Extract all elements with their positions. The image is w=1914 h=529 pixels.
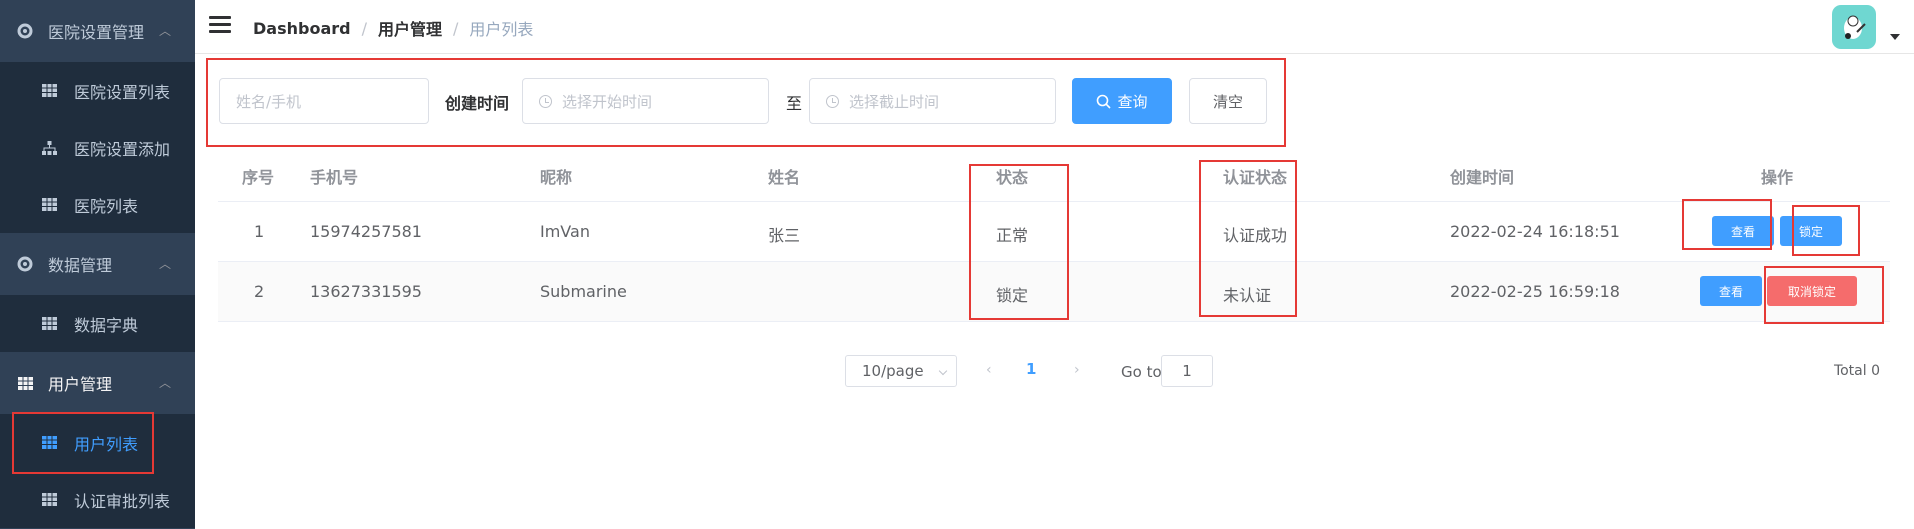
page-size-value: 10/page [862, 362, 924, 380]
column-header-auth-status: 认证状态 [1223, 168, 1288, 187]
query-button[interactable]: 查询 [1072, 78, 1172, 124]
hamburger-icon[interactable] [209, 16, 231, 34]
sidebar-item-label: 用户列表 [74, 434, 139, 454]
table-icon [40, 491, 58, 509]
cell-name: 张三 [768, 226, 801, 245]
sidebar-item-data-dictionary[interactable]: 数据字典 [0, 295, 195, 352]
sidebar-item-user-list[interactable]: 用户列表 [0, 414, 195, 471]
sidebar-item-label: 数据字典 [74, 315, 139, 335]
table-row: 2 13627331595 Submarine 锁定 未认证 2022-02-2… [218, 262, 1890, 322]
caret-down-icon[interactable] [1890, 34, 1900, 40]
sidebar-item-hospital-settings-add[interactable]: 医院设置添加 [0, 119, 195, 176]
page-number-current[interactable]: 1 [1026, 360, 1036, 378]
menu-group-label: 用户管理 [48, 375, 113, 394]
breadcrumb-user-management[interactable]: 用户管理 [378, 16, 442, 40]
table-header-row: 序号 手机号 昵称 姓名 状态 认证状态 创建时间 操作 [218, 154, 1890, 202]
goto-page-input[interactable]: 1 [1161, 355, 1213, 387]
cell-phone: 13627331595 [310, 282, 422, 301]
start-time-placeholder: 选择开始时间 [562, 92, 653, 111]
avatar[interactable] [1832, 5, 1876, 49]
menu-group-label: 医院设置管理 [48, 23, 145, 42]
cell-created: 2022-02-24 16:18:51 [1450, 222, 1620, 241]
breadcrumb-user-list: 用户列表 [469, 20, 534, 39]
created-time-label: 创建时间 [445, 94, 510, 113]
sidebar-item-label: 医院列表 [74, 196, 139, 216]
goto-label: Go to [1121, 363, 1162, 381]
lock-button[interactable]: 锁定 [1780, 216, 1842, 246]
end-time-picker[interactable]: 选择截止时间 [809, 78, 1056, 124]
view-button[interactable]: 查看 [1700, 276, 1762, 306]
sidebar-item-label: 医院设置列表 [74, 82, 171, 102]
menu-group-data-management[interactable]: 数据管理 ︿ [0, 233, 195, 295]
gear-icon [16, 22, 34, 40]
sidebar-item-hospital-list[interactable]: 医院列表 [0, 176, 195, 233]
cell-auth-status: 认证成功 [1223, 226, 1288, 245]
breadcrumb-separator: / [452, 18, 459, 38]
sidebar-item-hospital-settings-list[interactable]: 医院设置列表 [0, 62, 195, 119]
breadcrumb: Dashboard / 用户管理 / 用户列表 [253, 16, 533, 40]
column-header-nickname: 昵称 [540, 168, 573, 187]
clock-icon [826, 94, 839, 108]
prev-page-button[interactable]: ‹ [986, 362, 992, 378]
column-header-index: 序号 [242, 168, 275, 187]
name-phone-placeholder: 姓名/手机 [236, 92, 302, 111]
start-time-picker[interactable]: 选择开始时间 [522, 78, 769, 124]
cell-index: 1 [254, 222, 265, 241]
gear-icon [16, 255, 34, 273]
column-header-name: 姓名 [768, 168, 801, 187]
table-icon [40, 315, 58, 333]
search-icon [1097, 94, 1112, 109]
app-root: 医院设置管理 ︿ 医院设置列表 医院设置添加 医院列表 数据管理 ︿ 数据字典 … [0, 0, 1914, 529]
table-icon [40, 196, 58, 214]
range-separator: 至 [786, 94, 803, 113]
table-row: 1 15974257581 ImVan 张三 正常 认证成功 2022-02-2… [218, 202, 1890, 262]
table-icon [40, 434, 58, 452]
name-phone-input[interactable]: 姓名/手机 [219, 78, 429, 124]
column-header-status: 状态 [996, 168, 1029, 187]
clear-button-label: 清空 [1212, 92, 1243, 111]
cell-nickname: Submarine [540, 282, 627, 301]
query-button-label: 查询 [1117, 92, 1148, 111]
total-count: Total 0 [1833, 363, 1880, 379]
avatar-image-icon [1844, 15, 1866, 39]
cell-created: 2022-02-25 16:59:18 [1450, 282, 1620, 301]
cell-status: 锁定 [996, 286, 1029, 305]
next-page-button[interactable]: › [1074, 362, 1080, 378]
end-time-placeholder: 选择截止时间 [849, 92, 940, 111]
breadcrumb-separator: / [361, 18, 367, 38]
view-button[interactable]: 查看 [1712, 216, 1774, 246]
chevron-down-icon [938, 366, 948, 376]
table-icon [40, 82, 58, 100]
column-header-created: 创建时间 [1450, 168, 1515, 187]
tree-icon [40, 139, 58, 157]
cell-phone: 15974257581 [310, 222, 422, 241]
cell-index: 2 [254, 282, 265, 301]
column-header-actions: 操作 [1761, 168, 1794, 187]
menu-group-label: 数据管理 [48, 256, 113, 275]
page-size-select[interactable]: 10/page [845, 355, 957, 387]
sidebar-item-auth-approval-list[interactable]: 认证审批列表 [0, 471, 195, 528]
unlock-button[interactable]: 取消锁定 [1767, 276, 1857, 306]
clock-icon [539, 94, 552, 108]
chevron-up-icon: ︿ [158, 24, 171, 38]
clear-button[interactable]: 清空 [1189, 78, 1267, 124]
menu-group-user-management[interactable]: 用户管理 ︿ [0, 352, 195, 414]
chevron-up-icon: ︿ [158, 257, 171, 271]
sidebar: 医院设置管理 ︿ 医院设置列表 医院设置添加 医院列表 数据管理 ︿ 数据字典 … [0, 0, 195, 529]
cell-nickname: ImVan [540, 222, 590, 241]
sidebar-item-label: 认证审批列表 [74, 491, 171, 511]
sidebar-item-label: 医院设置添加 [74, 139, 171, 159]
cell-status: 正常 [996, 226, 1029, 245]
goto-page-value: 1 [1182, 362, 1192, 380]
menu-group-hospital-settings[interactable]: 医院设置管理 ︿ [0, 0, 195, 62]
breadcrumb-dashboard[interactable]: Dashboard [253, 19, 351, 38]
cell-auth-status: 未认证 [1223, 286, 1272, 305]
column-header-phone: 手机号 [310, 168, 359, 187]
table-icon [16, 374, 34, 392]
chevron-up-icon: ︿ [158, 376, 171, 390]
navbar: Dashboard / 用户管理 / 用户列表 [195, 0, 1914, 54]
